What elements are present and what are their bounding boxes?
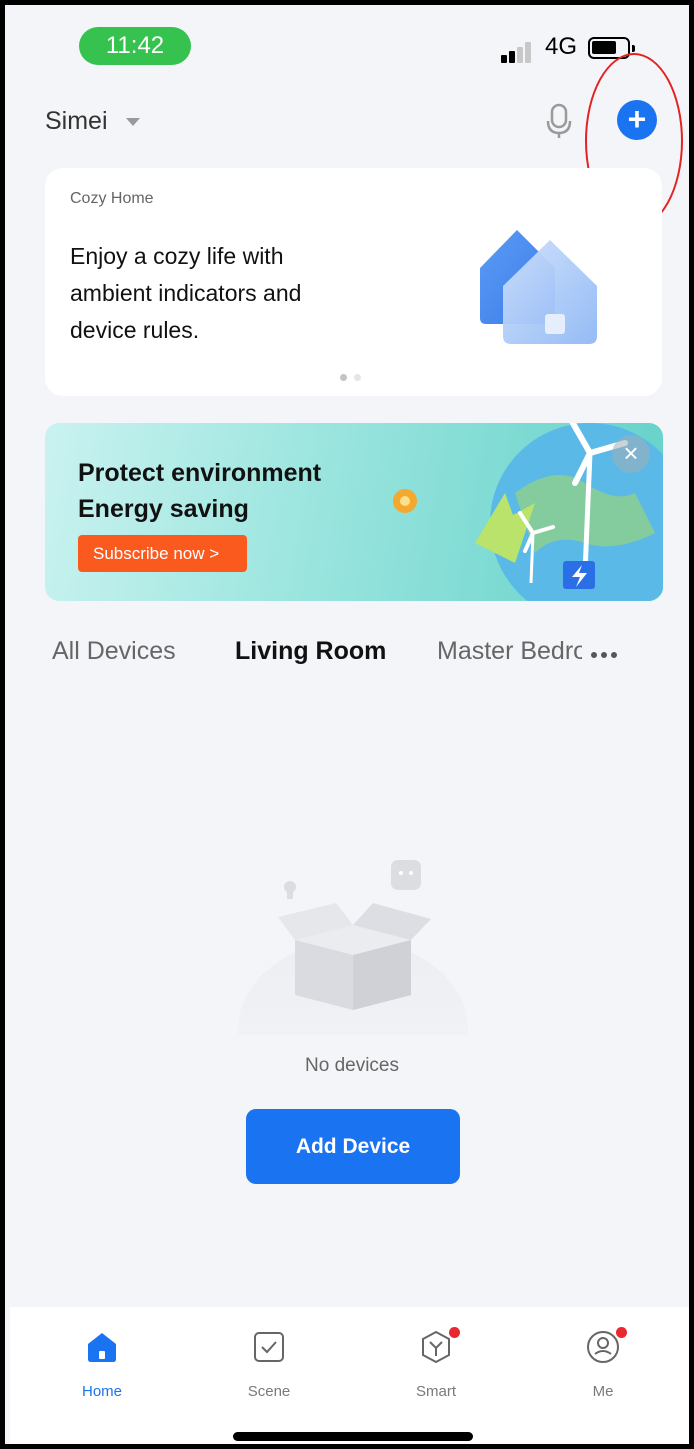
network-label: 4G [545,33,578,60]
scene-icon [254,1332,284,1362]
home-indicator [233,1432,473,1441]
house-illustration [480,230,597,344]
smart-badge [449,1327,460,1338]
nav-home-label: Home [81,1383,122,1400]
bottom-nav: Home Scene Smart Me [10,1307,689,1444]
carousel-dots [340,368,368,386]
no-devices-text: No devices [305,1055,399,1076]
banner-title: Protect environment Energy saving [78,459,322,523]
microphone-icon[interactable] [539,101,579,141]
tab-living-room[interactable]: Living Room [235,637,386,666]
tab-master-bedroom-clip: Master Bedroom [437,637,582,666]
promo-banner[interactable]: Protect environment Energy saving Subscr… [45,423,663,601]
home-selector[interactable]: Simei [45,107,108,136]
close-icon[interactable]: × [612,435,650,473]
tab-master-bedroom[interactable]: Master Bedroom [437,637,582,666]
add-device-button[interactable]: Add Device [246,1109,460,1184]
tab-all-devices[interactable]: All Devices [52,637,176,666]
nav-scene-label: Scene [247,1383,291,1400]
phone-screen: 11:42 4G Simei + Cozy Home Enjoy a cozy … [0,0,694,1449]
cozy-card-text: Enjoy a cozy life with ambient indicator… [70,243,302,343]
subscribe-button[interactable]: Subscribe now > [78,535,247,572]
nav-me-label: Me [592,1383,614,1400]
caret-down-icon[interactable] [126,118,140,126]
more-icon[interactable] [591,645,621,663]
me-badge [616,1327,627,1338]
home-icon [88,1333,116,1362]
signal-icon [501,41,539,63]
cozy-card-title: Cozy Home [70,190,154,207]
status-time: 11:42 [79,27,191,65]
nav-smart-label: Smart [415,1383,456,1400]
empty-box-illustration [238,860,468,1035]
cozy-home-card[interactable]: Cozy Home Enjoy a cozy life with ambient… [45,168,662,396]
